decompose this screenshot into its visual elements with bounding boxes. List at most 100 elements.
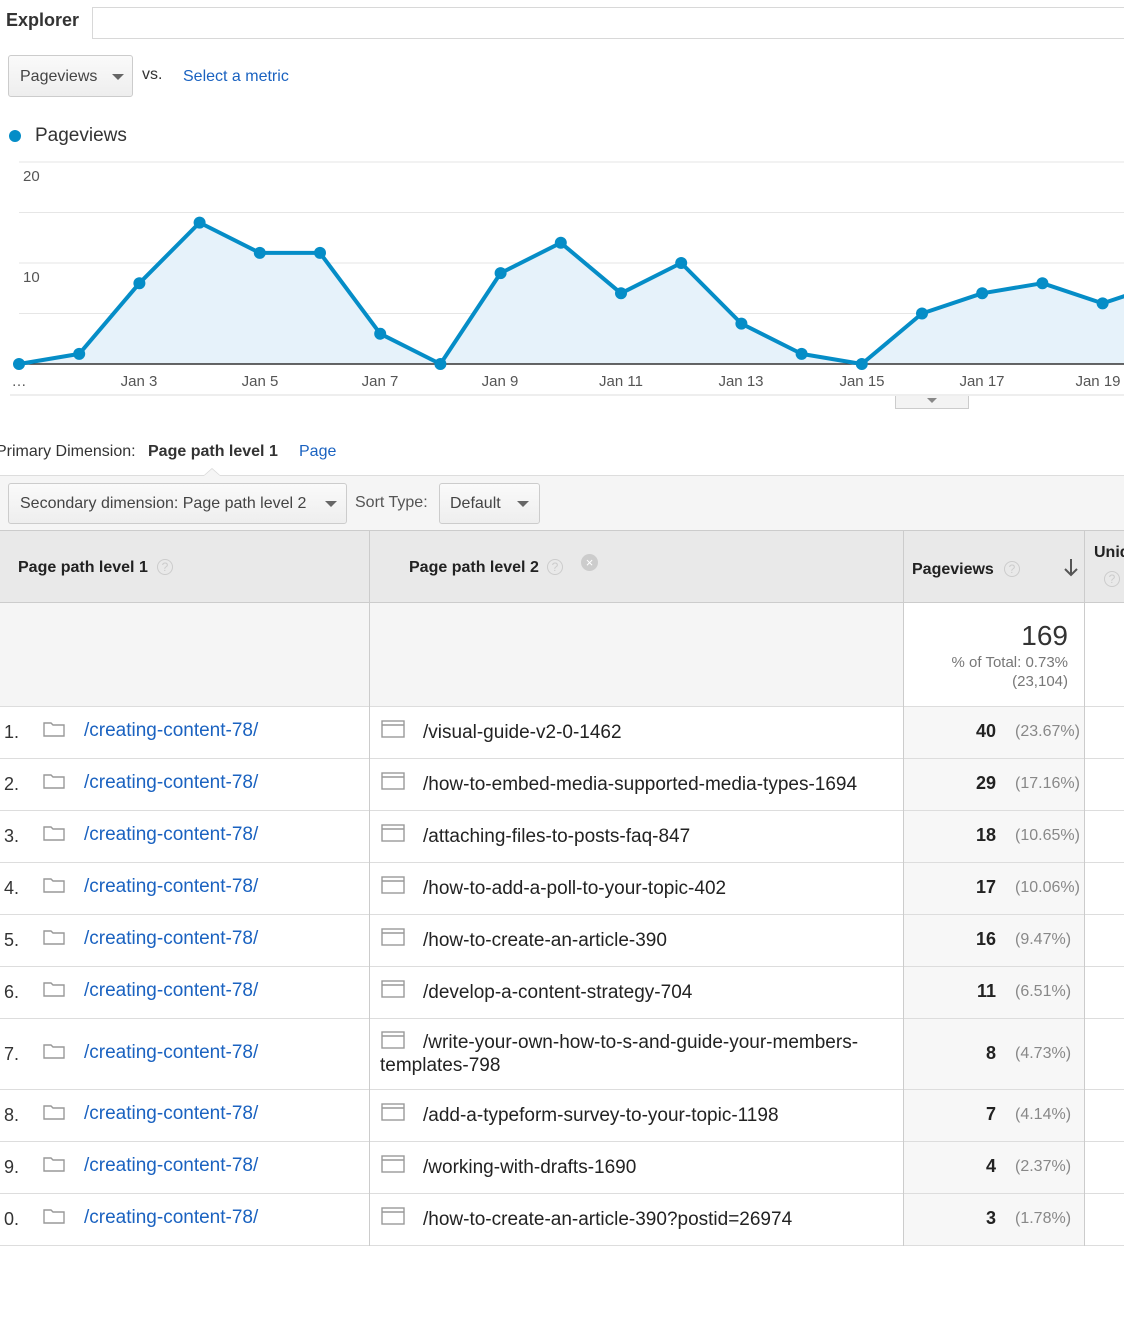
pageviews-value: 4	[985, 1156, 996, 1176]
data-point	[976, 287, 989, 300]
page-path-level-2-text: /how-to-embed-media-supported-media-type…	[423, 774, 858, 795]
page-path-level-2-text: /working-with-drafts-1690	[423, 1157, 637, 1178]
page-path-level-1-link[interactable]: /creating-content-78/	[84, 1155, 258, 1177]
table-row: 2. /creating-content-78/ /how-to-embed-med…	[0, 759, 1124, 811]
select-metric-link[interactable]: Select a metric	[183, 68, 289, 86]
chart-resize-handle[interactable]	[895, 396, 969, 409]
data-point	[554, 236, 567, 249]
tab-bar-top-border	[92, 7, 1124, 8]
data-point	[855, 358, 868, 370]
help-icon[interactable]: ?	[1104, 571, 1120, 587]
header-label: Pageviews	[912, 561, 994, 578]
chevron-down-icon	[517, 501, 529, 507]
help-icon[interactable]: ?	[547, 559, 563, 575]
x-tick-label: Jan 9	[482, 373, 519, 390]
data-point	[675, 257, 688, 269]
primary-metric-value: Pageviews	[20, 68, 98, 85]
data-point	[434, 358, 447, 370]
folder-icon[interactable]	[43, 877, 65, 893]
total-pageviews-percent: % of Total: 0.73% (23,104)	[952, 653, 1068, 691]
header-pageviews[interactable]: Pageviews ?	[903, 531, 1084, 602]
help-icon[interactable]: ?	[157, 559, 173, 575]
totals-pageviews-cell: 169 % of Total: 0.73% (23,104)	[903, 603, 1084, 706]
x-tick-label: Jan 11	[599, 373, 643, 390]
help-icon[interactable]: ?	[1004, 561, 1020, 577]
data-point	[1036, 277, 1049, 290]
page-path-level-1-link[interactable]: /creating-content-78/	[84, 928, 258, 950]
sort-descending-icon[interactable]	[1063, 558, 1079, 578]
total-percent-line: % of Total: 0.73%	[951, 654, 1068, 671]
y-tick-label: 20	[23, 168, 40, 185]
pageviews-value: 8	[985, 1043, 996, 1063]
pageviews-percent: (10.06%)	[1015, 879, 1080, 896]
page-path-level-2-text: /how-to-add-a-poll-to-your-topic-402	[423, 878, 727, 899]
column-divider	[903, 531, 904, 1246]
page-path-level-1-link[interactable]: /creating-content-78/	[84, 1103, 258, 1125]
primary-metric-dropdown[interactable]: Pageviews	[8, 55, 133, 97]
page-path-level-1-link[interactable]: /creating-content-78/	[84, 720, 258, 742]
page-path-level-1-link[interactable]: /creating-content-78/	[84, 876, 258, 898]
table-row: 7. /creating-content-78/ /write-your-own-h…	[0, 1019, 1124, 1090]
column-divider	[369, 531, 370, 1246]
table-row: 8. /creating-content-78/ /add-a-typeform-s…	[0, 1090, 1124, 1142]
sort-type-dropdown[interactable]: Default	[439, 483, 540, 524]
folder-icon[interactable]	[43, 981, 65, 997]
table-body: 1. /creating-content-78/ /visual-guide-v2-…	[0, 707, 1124, 1246]
row-number: 6.	[4, 982, 20, 1002]
row-number: 7.	[4, 1044, 20, 1064]
data-point	[13, 358, 25, 370]
page-path-level-1-link[interactable]: /creating-content-78/	[84, 980, 258, 1002]
folder-icon[interactable]	[43, 773, 65, 789]
header-unique-pageviews[interactable]: Uniq ?	[1084, 531, 1124, 602]
tab-explorer[interactable]: Explorer	[0, 7, 93, 39]
pageviews-value: 18	[975, 825, 996, 845]
primary-dimension-page-link[interactable]: Page	[299, 443, 336, 461]
row-number: 9.	[4, 1157, 20, 1177]
folder-icon[interactable]	[43, 929, 65, 945]
page-path-level-1-link[interactable]: /creating-content-78/	[84, 824, 258, 846]
table-row: 4. /creating-content-78/ /how-to-add-a-pol…	[0, 863, 1124, 915]
tab-bar-divider	[92, 38, 1124, 39]
folder-icon[interactable]	[43, 1043, 65, 1059]
total-of-line: (23,104)	[1012, 673, 1068, 690]
data-point	[916, 307, 928, 320]
chevron-down-icon	[112, 74, 124, 80]
pageviews-percent: (9.47%)	[1015, 931, 1072, 948]
folder-icon[interactable]	[43, 721, 65, 737]
folder-icon[interactable]	[43, 1104, 65, 1120]
header-page-path-level-2[interactable]: Page path level 2 ? ×	[370, 531, 903, 602]
pageviews-percent: (4.73%)	[1015, 1045, 1072, 1062]
row-number: 4.	[4, 878, 20, 898]
pageviews-value: 11	[976, 981, 996, 1001]
header-label: Uniq	[1094, 544, 1124, 561]
pageviews-percent: (17.16%)	[1015, 775, 1080, 792]
tab-bar: Explorer	[0, 0, 1124, 40]
x-tick-label: Jan 19	[1075, 373, 1120, 390]
secondary-dimension-value: Secondary dimension: Page path level 2	[20, 495, 307, 512]
folder-icon[interactable]	[43, 1208, 65, 1224]
page-path-level-2-text: /add-a-typeform-survey-to-your-topic-119…	[423, 1105, 779, 1126]
pageviews-value: 3	[985, 1208, 996, 1228]
page-path-level-1-link[interactable]: /creating-content-78/	[84, 772, 258, 794]
sort-type-value: Default	[450, 495, 501, 512]
header-page-path-level-1[interactable]: Page path level 1 ?	[0, 531, 370, 602]
folder-icon[interactable]	[43, 825, 65, 841]
data-point	[314, 246, 326, 259]
y-tick-label: 10	[23, 269, 40, 286]
remove-dimension-icon[interactable]: ×	[581, 554, 598, 571]
pageviews-chart[interactable]: 20 10 … Jan 3 Jan 5 Jan 7 Jan 9 Jan 11 Jan 13 Jan…	[0, 150, 1124, 410]
pageviews-value: 16	[975, 929, 996, 949]
folder-icon[interactable]	[43, 1156, 65, 1172]
data-point	[73, 347, 86, 360]
page-path-level-1-link[interactable]: /creating-content-78/	[84, 1207, 258, 1229]
secondary-dimension-dropdown[interactable]: Secondary dimension: Page path level 2	[8, 483, 347, 524]
data-point	[193, 216, 206, 229]
data-point	[133, 277, 146, 290]
page-path-level-1-link[interactable]: /creating-content-78/	[84, 1042, 258, 1064]
table-row: 3. /creating-content-78/ /attaching-files-…	[0, 811, 1124, 863]
x-tick-label: Jan 5	[242, 373, 279, 390]
legend-dot-icon	[9, 130, 21, 142]
chevron-down-icon	[325, 501, 337, 507]
table-header: Page path level 1 ? Page path level 2 ? …	[0, 531, 1124, 603]
total-pageviews-value: 169	[1021, 620, 1068, 651]
